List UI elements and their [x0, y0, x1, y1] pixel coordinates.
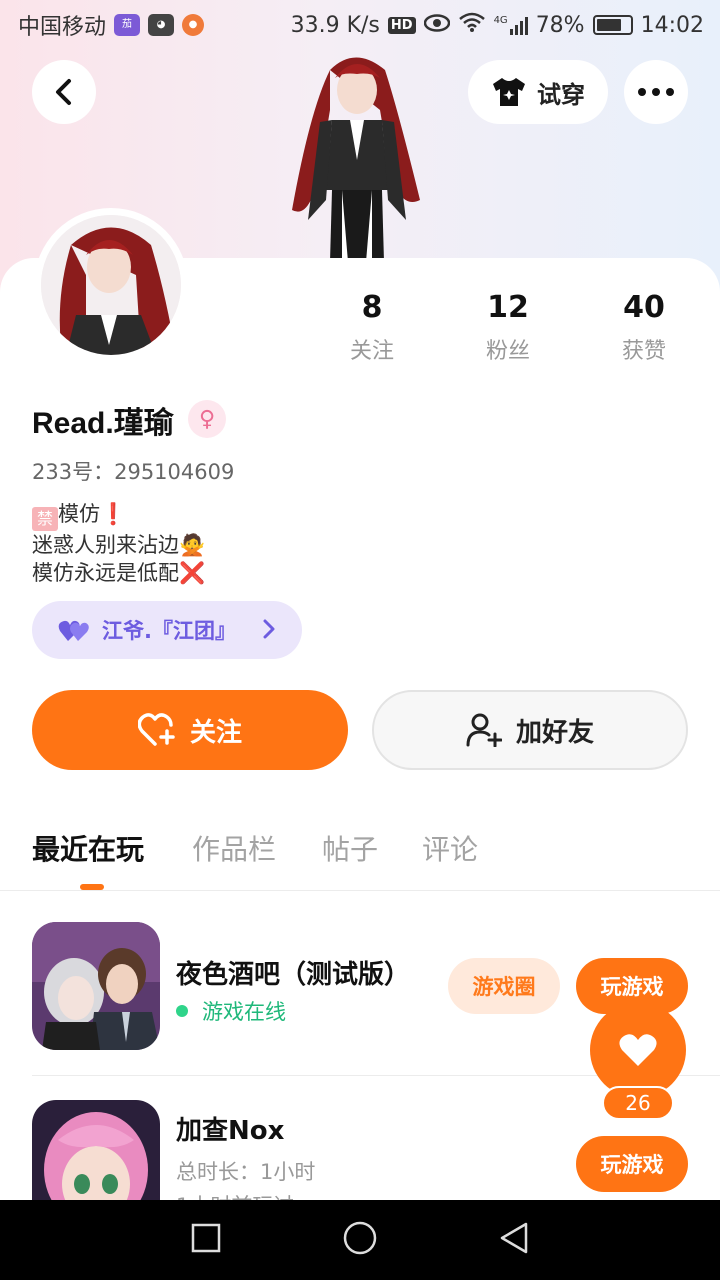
battery-percent: 78% — [535, 12, 585, 38]
game-status-text: 游戏在线 — [202, 1000, 286, 1024]
bio-line-1: 模仿 — [58, 502, 100, 526]
stat-likes-label: 获赞 — [621, 339, 666, 364]
username: Read.瑾瑜 — [32, 407, 174, 440]
play-game-button[interactable]: 玩游戏 — [576, 1136, 688, 1192]
net-type: 4G — [493, 14, 508, 26]
net-speed: 33.9 K/s — [290, 12, 380, 38]
back-button[interactable] — [32, 60, 96, 124]
bio: 禁模仿❗ 迷惑人别来沾边🙅 模仿永远是低配❌ — [32, 500, 205, 587]
heart-plus-icon — [137, 713, 175, 746]
stat-likes[interactable]: 40 获赞 — [584, 290, 704, 365]
stat-following-label: 关注 — [349, 339, 394, 364]
triangle-back-icon — [500, 1222, 528, 1254]
stat-fans[interactable]: 12 粉丝 — [448, 290, 568, 365]
home-button[interactable] — [342, 1220, 378, 1260]
try-on-button[interactable]: 试穿 — [468, 60, 608, 124]
avatar[interactable] — [34, 208, 188, 362]
status-bar: 中国移动 茄 ◕ ● 33.9 K/s HD 4G 78% 14:02 — [0, 0, 720, 50]
app-notification-icon: 茄 — [114, 14, 141, 36]
stat-fans-value: 12 — [487, 290, 529, 325]
game-icon-nightbar[interactable] — [32, 922, 160, 1050]
game-icon-gacha-nox[interactable] — [32, 1100, 160, 1200]
wifi-icon — [458, 12, 486, 38]
tab-works[interactable]: 作品栏 — [192, 828, 276, 868]
circle-icon — [343, 1221, 377, 1255]
game-notification-icon: ◕ — [148, 14, 175, 36]
game-circle-button[interactable]: 游戏圈 — [448, 958, 560, 1014]
group-name: 江爷.『江团』 — [102, 619, 236, 643]
add-user-icon — [466, 713, 502, 747]
add-friend-button[interactable]: 加好友 — [372, 690, 688, 770]
female-icon: ♀ — [188, 400, 226, 438]
heart-icon — [619, 1034, 657, 1066]
tab-recently-played[interactable]: 最近在玩 — [32, 828, 144, 868]
signal-icon — [509, 15, 528, 35]
like-count-badge: 26 — [602, 1086, 674, 1120]
recent-apps-button[interactable] — [190, 1222, 222, 1258]
user-id: 233号：295104609 — [32, 456, 234, 486]
uid-label: 233号： — [32, 460, 115, 484]
system-nav-bar — [0, 1200, 720, 1280]
uid-value: 295104609 — [114, 460, 235, 484]
tshirt-icon — [493, 78, 525, 106]
avatar-3d-figure — [280, 50, 430, 262]
tab-comments[interactable]: 评论 — [422, 828, 478, 868]
follow-button[interactable]: 关注 — [32, 690, 348, 770]
ban-icon: 禁 — [32, 507, 58, 531]
hd-icon: HD — [387, 16, 416, 34]
square-icon — [191, 1223, 221, 1253]
stat-following-value: 8 — [361, 290, 383, 325]
tab-posts[interactable]: 帖子 — [322, 828, 378, 868]
eye-icon — [423, 13, 450, 38]
game-title: 加查Nox — [176, 1116, 285, 1146]
chevron-left-icon — [56, 79, 71, 105]
stat-fans-label: 粉丝 — [485, 339, 530, 364]
like-fab-button[interactable] — [590, 1002, 686, 1098]
game-duration: 总时长：1小时 — [176, 1160, 316, 1184]
bio-line-2: 迷惑人别来沾边🙅 — [32, 533, 206, 557]
system-back-button[interactable] — [498, 1221, 530, 1259]
stat-likes-value: 40 — [623, 290, 665, 325]
game-title: 夜色酒吧（测试版） — [176, 960, 411, 990]
carrier-name: 中国移动 — [18, 15, 107, 40]
cross-icon: ❌ — [179, 561, 206, 585]
chevron-right-icon — [263, 619, 275, 639]
stat-following[interactable]: 8 关注 — [312, 290, 432, 365]
profile-tabs: 最近在玩 作品栏 帖子 评论 — [0, 820, 720, 890]
ball-notification-icon: ● — [182, 14, 205, 36]
follow-label: 关注 — [189, 717, 242, 748]
battery-icon — [592, 15, 633, 35]
group-badge[interactable]: 江爷.『江团』 — [32, 601, 302, 659]
game-status: 游戏在线 — [176, 996, 286, 1026]
try-on-label: 试穿 — [537, 80, 585, 109]
hearts-icon — [58, 620, 89, 641]
exclamation-icon: ❗ — [100, 502, 127, 526]
tabs-divider — [0, 890, 720, 891]
online-dot-icon — [176, 1005, 188, 1017]
clock: 14:02 — [640, 12, 704, 38]
avatar-image — [41, 215, 181, 355]
more-button[interactable] — [624, 60, 688, 124]
bio-line-3: 模仿永远是低配 — [32, 561, 179, 585]
more-dots-icon — [638, 88, 674, 96]
add-friend-label: 加好友 — [515, 717, 594, 748]
game-last-played: 1小时前玩过 — [176, 1190, 294, 1200]
